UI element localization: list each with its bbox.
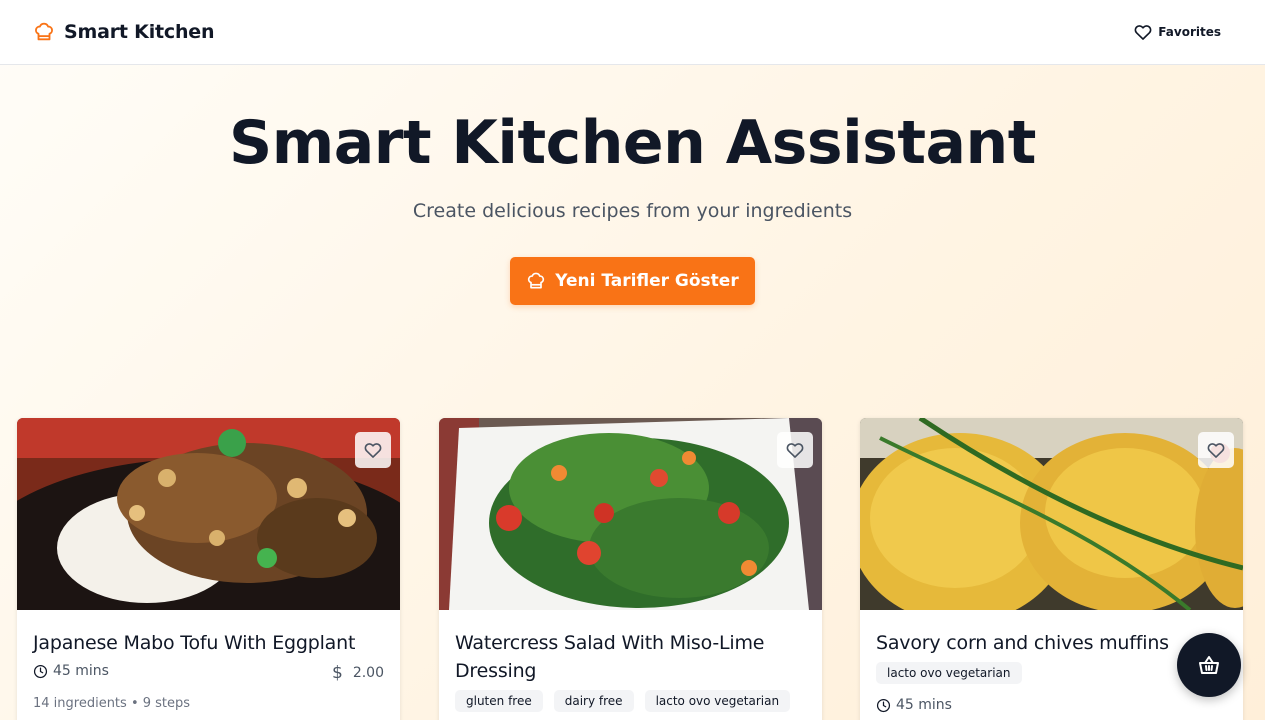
- heart-icon: [1207, 443, 1225, 458]
- recipe-time: 45 mins: [876, 697, 952, 713]
- heart-icon: [364, 443, 382, 458]
- favorites-label: Favorites: [1158, 25, 1221, 39]
- favorite-toggle[interactable]: [355, 432, 391, 468]
- recipe-title[interactable]: Watercress Salad With Miso-Lime Dressing: [455, 629, 805, 685]
- page-title: Smart Kitchen Assistant: [229, 108, 1036, 178]
- clock-icon: [33, 664, 48, 678]
- corn-muffins-photo[interactable]: [860, 418, 1243, 610]
- recipe-card[interactable]: Watercress Salad With Miso-Lime Dressing…: [439, 418, 822, 720]
- brand-title: Smart Kitchen: [64, 21, 215, 43]
- navbar: Smart Kitchen Favorites: [0, 0, 1265, 65]
- recipe-price-value: 2.00: [352, 665, 384, 681]
- mabo-tofu-photo[interactable]: [17, 418, 400, 610]
- recipe-price: $ 2.00: [332, 663, 384, 683]
- favorite-toggle[interactable]: [777, 432, 813, 468]
- show-new-recipes-button[interactable]: Yeni Tarifler Göster: [510, 257, 755, 305]
- diet-tag: lacto ovo vegetarian: [876, 662, 1022, 684]
- heart-icon: [1134, 25, 1152, 40]
- recipe-card[interactable]: Japanese Mabo Tofu With Eggplant 45 mins…: [17, 418, 400, 720]
- recipe-time-value: 45 mins: [896, 697, 952, 713]
- favorites-link[interactable]: Favorites: [1133, 22, 1221, 42]
- recipe-time-value: 45 mins: [53, 663, 109, 679]
- diet-tag: lacto ovo vegetarian: [644, 690, 791, 712]
- recipe-tags: lacto ovo vegetarian: [876, 662, 1033, 684]
- favorite-toggle[interactable]: [1198, 432, 1234, 468]
- recipe-tags: gluten free dairy free lacto ovo vegetar…: [455, 690, 801, 712]
- recipe-title[interactable]: Savory corn and chives muffins: [876, 629, 1226, 657]
- show-new-recipes-label: Yeni Tarifler Göster: [555, 271, 739, 291]
- chef-hat-icon: [528, 272, 545, 289]
- diet-tag: gluten free: [455, 690, 543, 712]
- dollar-icon: $: [332, 663, 343, 683]
- clock-icon: [876, 698, 891, 712]
- heart-icon: [786, 443, 804, 458]
- diet-tag: dairy free: [553, 690, 634, 712]
- chef-hat-icon: [35, 22, 53, 41]
- watercress-salad-photo[interactable]: [439, 418, 822, 610]
- brand[interactable]: Smart Kitchen: [33, 20, 214, 44]
- page-subtitle: Create delicious recipes from your ingre…: [412, 200, 853, 222]
- recipe-info: 14 ingredients • 9 steps: [33, 696, 191, 711]
- shopping-basket-button[interactable]: [1177, 633, 1241, 697]
- recipe-time: 45 mins: [33, 663, 109, 679]
- basket-icon: [1199, 656, 1219, 674]
- recipe-title[interactable]: Japanese Mabo Tofu With Eggplant: [33, 629, 383, 657]
